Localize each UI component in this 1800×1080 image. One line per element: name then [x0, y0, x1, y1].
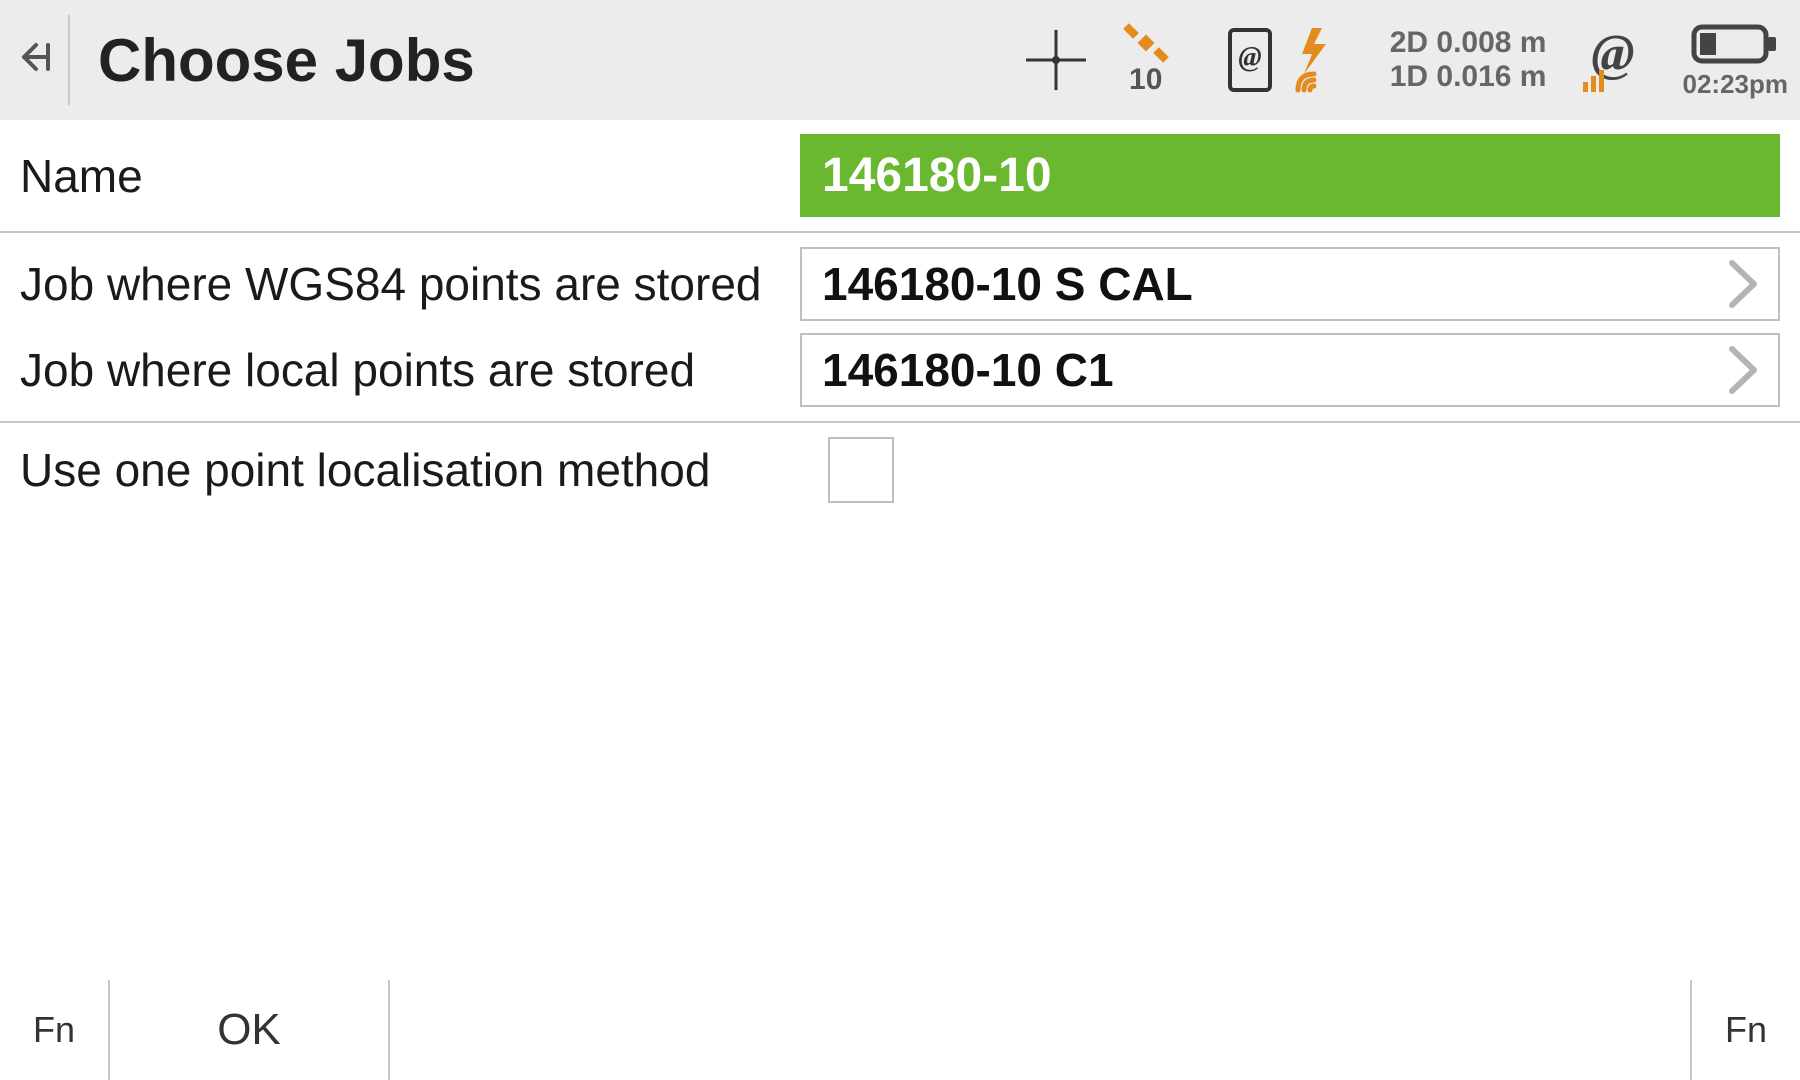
header-bar: Choose Jobs 10 @ [0, 0, 1800, 120]
precision-2d: 2D 0.008 m [1390, 26, 1547, 61]
ok-button[interactable]: OK [110, 980, 390, 1080]
footer-bar: Fn OK Fn [0, 980, 1800, 1080]
precision-status[interactable]: 2D 0.008 m 1D 0.016 m [1390, 26, 1547, 95]
chevron-right-icon [1724, 343, 1762, 397]
signal-bolt-icon [1292, 24, 1338, 96]
status-group: 10 @ 2D 0.008 m 1D 0.016 m @ [1024, 10, 1792, 110]
satellite-icon [1120, 23, 1172, 63]
onepoint-label: Use one point localisation method [20, 443, 800, 497]
device-icon: @ [1224, 24, 1284, 96]
satellite-status[interactable]: 10 [1120, 23, 1172, 97]
crosshair-icon [1024, 28, 1088, 92]
wgs-job-value: 146180-10 S CAL [822, 257, 1724, 311]
back-button[interactable] [14, 15, 70, 105]
chevron-right-icon [1724, 257, 1762, 311]
local-job-value: 146180-10 C1 [822, 343, 1724, 397]
wgs-job-label: Job where WGS84 points are stored [20, 257, 800, 311]
form-area: Name 146180-10 Job where WGS84 points ar… [0, 120, 1800, 517]
fn-left-button[interactable]: Fn [0, 980, 110, 1080]
internet-status-icon[interactable]: @ [1579, 24, 1651, 96]
onepoint-checkbox[interactable] [828, 437, 894, 503]
name-row: Name 146180-10 [0, 120, 1800, 233]
local-job-row: Job where local points are stored 146180… [0, 327, 1800, 423]
svg-text:@: @ [1591, 25, 1634, 82]
local-job-label: Job where local points are stored [20, 343, 800, 397]
local-job-picker[interactable]: 146180-10 C1 [800, 333, 1780, 407]
battery-status[interactable]: 02:23pm [1683, 21, 1789, 100]
satellite-count: 10 [1129, 63, 1162, 97]
page-title: Choose Jobs [98, 26, 475, 95]
battery-icon [1690, 21, 1780, 67]
at-signal-icon: @ [1579, 24, 1651, 96]
fn-right-button[interactable]: Fn [1690, 980, 1800, 1080]
position-status-icon[interactable] [1024, 28, 1088, 92]
precision-1d: 1D 0.016 m [1390, 60, 1547, 95]
name-label: Name [20, 149, 800, 203]
clock-time: 02:23pm [1683, 69, 1789, 100]
wgs-job-row: Job where WGS84 points are stored 146180… [0, 233, 1800, 327]
onepoint-row: Use one point localisation method [0, 423, 1800, 517]
name-field[interactable]: 146180-10 [800, 134, 1780, 217]
back-arrow-icon [18, 37, 64, 83]
svg-text:@: @ [1238, 42, 1261, 73]
connection-status[interactable]: @ [1204, 10, 1358, 110]
wgs-job-picker[interactable]: 146180-10 S CAL [800, 247, 1780, 321]
